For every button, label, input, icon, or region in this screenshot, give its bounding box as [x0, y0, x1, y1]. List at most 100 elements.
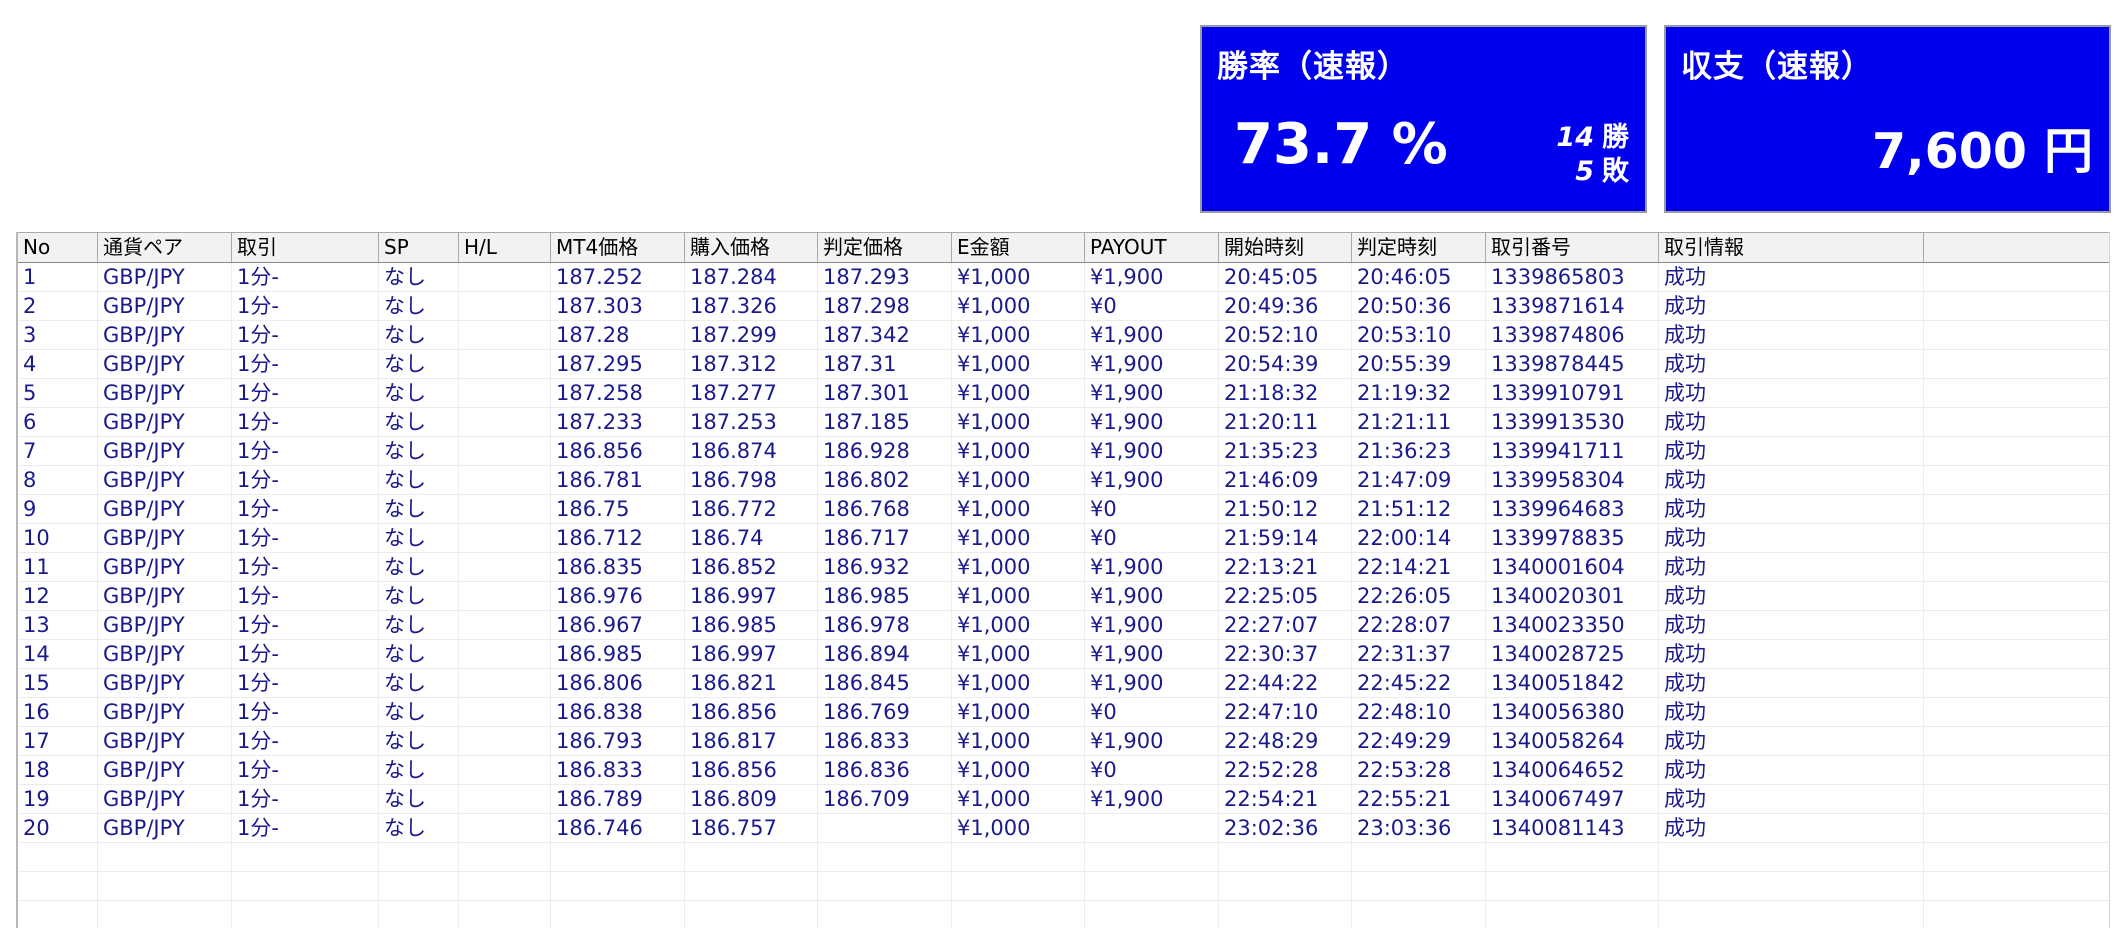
cell-trade-number: 1339865803	[1486, 263, 1659, 291]
cell-mt4-price	[551, 843, 685, 871]
cell-judgment-time: 21:19:32	[1352, 379, 1486, 407]
cell-amount: ¥1,000	[952, 727, 1085, 755]
balance-value: 7,600 円	[1871, 123, 2093, 180]
cell-currency-pair: GBP/JPY	[98, 553, 232, 581]
cell-amount	[952, 843, 1085, 871]
cell-currency-pair: GBP/JPY	[98, 524, 232, 552]
table-row[interactable]: 2 GBP/JPY 1分- なし 187.303 187.326 187.298 ¥1,000…	[18, 292, 2109, 321]
cell-judgment-price	[818, 814, 952, 842]
table-row[interactable]: 8 GBP/JPY 1分- なし 186.781 186.798 186.802 ¥1,000…	[18, 466, 2109, 495]
cell-currency-pair: GBP/JPY	[98, 727, 232, 755]
cell-amount	[952, 901, 1085, 928]
cell-trade-info: 成功	[1659, 611, 1924, 639]
column-header-judgment-time[interactable]: 判定時刻	[1352, 233, 1486, 262]
cell-currency-pair: GBP/JPY	[98, 611, 232, 639]
table-row[interactable]: 1 GBP/JPY 1分- なし 187.252 187.284 187.293 ¥1,000…	[18, 263, 2109, 292]
cell-high-low	[459, 292, 551, 320]
cell-sp: なし	[379, 727, 459, 755]
cell-sp	[379, 901, 459, 928]
cell-filler	[1924, 814, 2109, 842]
cell-currency-pair: GBP/JPY	[98, 263, 232, 291]
cell-no: 8	[18, 466, 98, 494]
cell-no: 11	[18, 553, 98, 581]
cell-filler	[1924, 437, 2109, 465]
cell-payout: ¥1,900	[1085, 611, 1219, 639]
column-header-trade-info[interactable]: 取引情報	[1659, 233, 1924, 262]
cell-judgment-time: 22:55:21	[1352, 785, 1486, 813]
table-row[interactable]: 18 GBP/JPY 1分- なし 186.833 186.856 186.836 ¥1,00…	[18, 756, 2109, 785]
column-header-trade[interactable]: 取引	[232, 233, 379, 262]
cell-mt4-price: 186.976	[551, 582, 685, 610]
table-row[interactable]: 7 GBP/JPY 1分- なし 186.856 186.874 186.928 ¥1,000…	[18, 437, 2109, 466]
cell-start-time: 21:50:12	[1219, 495, 1352, 523]
table-row[interactable]: 20 GBP/JPY 1分- なし 186.746 186.757 ¥1,000 23:02:…	[18, 814, 2109, 843]
cell-trade: 1分-	[232, 785, 379, 813]
cell-judgment-price: 186.932	[818, 553, 952, 581]
cell-high-low	[459, 553, 551, 581]
column-header-purchase-price[interactable]: 購入価格	[685, 233, 818, 262]
column-header-currency-pair[interactable]: 通貨ペア	[98, 233, 232, 262]
table-row[interactable]: 15 GBP/JPY 1分- なし 186.806 186.821 186.845 ¥1,00…	[18, 669, 2109, 698]
column-header-start-time[interactable]: 開始時刻	[1219, 233, 1352, 262]
cell-no	[18, 901, 98, 928]
table-row[interactable]: 19 GBP/JPY 1分- なし 186.789 186.809 186.709 ¥1,00…	[18, 785, 2109, 814]
empty-table-row[interactable]	[18, 872, 2109, 901]
cell-filler	[1924, 843, 2109, 871]
cell-amount: ¥1,000	[952, 582, 1085, 610]
table-row[interactable]: 13 GBP/JPY 1分- なし 186.967 186.985 186.978 ¥1,00…	[18, 611, 2109, 640]
cell-no	[18, 843, 98, 871]
table-row[interactable]: 12 GBP/JPY 1分- なし 186.976 186.997 186.985 ¥1,00…	[18, 582, 2109, 611]
table-row[interactable]: 9 GBP/JPY 1分- なし 186.75 186.772 186.768 ¥1,000 ¥…	[18, 495, 2109, 524]
cell-mt4-price: 186.967	[551, 611, 685, 639]
cell-trade-number: 1340020301	[1486, 582, 1659, 610]
cell-high-low	[459, 408, 551, 436]
table-row[interactable]: 4 GBP/JPY 1分- なし 187.295 187.312 187.31 ¥1,000 ¥…	[18, 350, 2109, 379]
empty-table-row[interactable]	[18, 901, 2109, 928]
table-row[interactable]: 5 GBP/JPY 1分- なし 187.258 187.277 187.301 ¥1,000…	[18, 379, 2109, 408]
cell-mt4-price: 187.295	[551, 350, 685, 378]
table-row[interactable]: 11 GBP/JPY 1分- なし 186.835 186.852 186.932 ¥1,00…	[18, 553, 2109, 582]
cell-purchase-price	[685, 843, 818, 871]
column-header-no[interactable]: No	[18, 233, 98, 262]
cell-no: 20	[18, 814, 98, 842]
cell-payout	[1085, 872, 1219, 900]
table-row[interactable]: 10 GBP/JPY 1分- なし 186.712 186.74 186.717 ¥1,000…	[18, 524, 2109, 553]
table-row[interactable]: 6 GBP/JPY 1分- なし 187.233 187.253 187.185 ¥1,000…	[18, 408, 2109, 437]
balance-title: 収支（速報）	[1681, 49, 1873, 85]
cell-no: 13	[18, 611, 98, 639]
column-header-trade-number[interactable]: 取引番号	[1486, 233, 1659, 262]
column-header-high-low[interactable]: H/L	[459, 233, 551, 262]
win-rate-value: 73.7 %	[1234, 112, 1448, 177]
cell-sp: なし	[379, 640, 459, 668]
cell-filler	[1924, 350, 2109, 378]
trade-list-table: No 通貨ペア 取引 SP H/L MT4価格 購入価格 判定価格 E金額 PA…	[16, 232, 2110, 928]
table-row[interactable]: 14 GBP/JPY 1分- なし 186.985 186.997 186.894 ¥1,00…	[18, 640, 2109, 669]
cell-trade-number: 1339978835	[1486, 524, 1659, 552]
table-row[interactable]: 3 GBP/JPY 1分- なし 187.28 187.299 187.342 ¥1,000 ¥…	[18, 321, 2109, 350]
cell-payout: ¥1,900	[1085, 669, 1219, 697]
cell-judgment-time: 22:45:22	[1352, 669, 1486, 697]
cell-amount: ¥1,000	[952, 756, 1085, 784]
cell-amount: ¥1,000	[952, 524, 1085, 552]
cell-start-time: 22:47:10	[1219, 698, 1352, 726]
column-header-mt4-price[interactable]: MT4価格	[551, 233, 685, 262]
cell-trade: 1分-	[232, 698, 379, 726]
table-row[interactable]: 16 GBP/JPY 1分- なし 186.838 186.856 186.769 ¥1,00…	[18, 698, 2109, 727]
cell-judgment-price: 186.978	[818, 611, 952, 639]
cell-trade: 1分-	[232, 321, 379, 349]
cell-no: 4	[18, 350, 98, 378]
cell-judgment-time: 20:53:10	[1352, 321, 1486, 349]
column-header-payout[interactable]: PAYOUT	[1085, 233, 1219, 262]
column-header-sp[interactable]: SP	[379, 233, 459, 262]
column-header-amount[interactable]: E金額	[952, 233, 1085, 262]
cell-trade: 1分-	[232, 466, 379, 494]
cell-filler	[1924, 292, 2109, 320]
table-row[interactable]: 17 GBP/JPY 1分- なし 186.793 186.817 186.833 ¥1,00…	[18, 727, 2109, 756]
cell-trade-info: 成功	[1659, 524, 1924, 552]
cell-judgment-time: 21:36:23	[1352, 437, 1486, 465]
cell-currency-pair: GBP/JPY	[98, 292, 232, 320]
column-header-judgment-price[interactable]: 判定価格	[818, 233, 952, 262]
cell-start-time: 22:48:29	[1219, 727, 1352, 755]
empty-table-row[interactable]	[18, 843, 2109, 872]
cell-payout: ¥1,900	[1085, 466, 1219, 494]
